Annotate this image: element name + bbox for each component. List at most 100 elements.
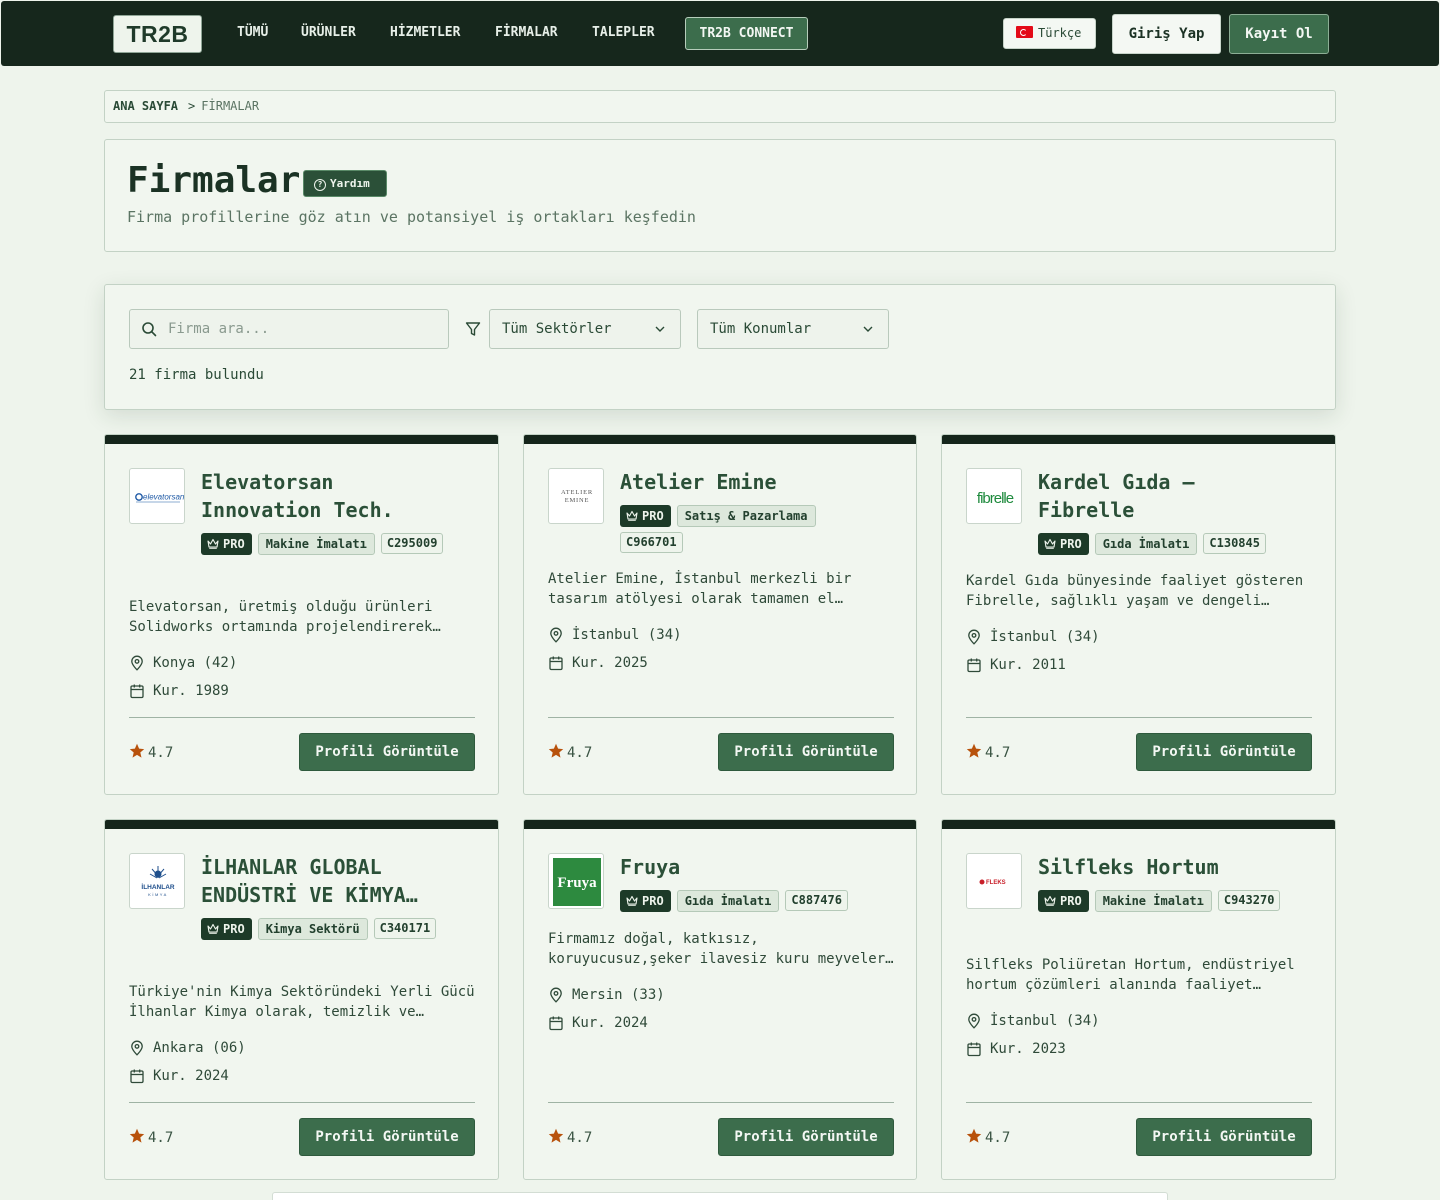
company-logo[interactable]: FLEKS <box>966 853 1022 909</box>
pro-label: PRO <box>642 509 664 523</box>
sector-tag[interactable]: Gıda İmalatı <box>1094 533 1198 555</box>
crown-icon <box>1044 538 1056 549</box>
logo-text: EMINE <box>565 497 590 504</box>
company-location: Mersin (33) <box>548 986 665 1004</box>
company-logo[interactable]: İLHANLAR KİMYA <box>129 853 185 909</box>
top-navbar: TR2B TÜMÜ ÜRÜNLER HİZMETLER FİRMALAR TAL… <box>1 1 1439 66</box>
calendar-icon <box>967 658 981 673</box>
description-line: Firmamız doğal, katkısız, <box>548 931 759 947</box>
silfleks-logo-icon: FLEKS <box>979 879 1006 886</box>
nav-connect-button[interactable]: TR2B CONNECT <box>685 17 808 50</box>
star-icon <box>966 743 982 758</box>
description-line: Kardel Gıda bünyesinde faaliyet gösteren <box>966 573 1304 589</box>
register-button[interactable]: Kayıt Ol <box>1229 14 1329 54</box>
nav-link-companies[interactable]: FİRMALAR <box>495 25 558 41</box>
description-line: koruyucusuz,şeker ilavesiz kuru meyveler… <box>548 951 894 967</box>
card-divider <box>129 717 475 718</box>
calendar-icon <box>130 1069 144 1084</box>
view-profile-button[interactable]: Profili Görüntüle <box>1136 733 1312 771</box>
map-pin-icon <box>131 1040 143 1056</box>
company-code: C966701 <box>620 532 683 553</box>
nav-link-requests[interactable]: TALEPLER <box>592 25 655 41</box>
card-accent-bar <box>105 435 498 444</box>
sector-tag[interactable]: Kimya Sektörü <box>257 918 368 940</box>
company-name[interactable]: İLHANLAR GLOBAL ENDÜSTRİ VE KİMYA… <box>201 853 471 909</box>
filter-panel: Tüm Sektörler Tüm Konumlar 21 firma bulu… <box>104 284 1336 410</box>
question-icon: ? <box>314 179 326 191</box>
pro-label: PRO <box>1060 537 1082 551</box>
location-select[interactable]: Tüm Konumlar <box>697 309 889 349</box>
logo-text: FLEKS <box>986 880 1006 886</box>
company-logo[interactable]: Fruya <box>548 853 604 909</box>
company-logo[interactable]: elevatorsan <box>129 468 185 524</box>
company-name[interactable]: Elevatorsan Innovation Tech. <box>201 468 471 524</box>
card-divider <box>548 1102 894 1103</box>
sector-tag[interactable]: Satış & Pazarlama <box>676 505 816 527</box>
company-rating: 4.7 <box>966 743 1010 761</box>
company-founded: Kur. 2023 <box>966 1040 1066 1058</box>
logo-text: fibrelle <box>977 490 1014 507</box>
company-rating: 4.7 <box>548 1128 592 1146</box>
company-rating: 4.7 <box>548 743 592 761</box>
location-text: Konya (42) <box>153 655 238 671</box>
company-description: Türkiye'nin Kimya Sektöründeki Yerli Güc… <box>129 982 477 1022</box>
language-label: Türkçe <box>1038 26 1082 40</box>
company-card: ATELIER EMINE Atelier Emine PRO Satış & … <box>523 434 917 795</box>
company-code: C887476 <box>785 890 848 911</box>
description-line: Atelier Emine, İstanbul merkezli bir <box>548 571 852 587</box>
pro-badge: PRO <box>620 505 671 527</box>
card-accent-bar <box>105 820 498 829</box>
nav-link-products[interactable]: ÜRÜNLER <box>301 25 356 41</box>
help-button[interactable]: ? Yardım <box>303 170 387 197</box>
pro-badge: PRO <box>620 890 671 912</box>
logo-text: elevatorsan <box>143 493 185 502</box>
view-profile-button[interactable]: Profili Görüntüle <box>1136 1118 1312 1156</box>
badge-group: PRO Gıda İmalatı C130845 <box>1038 533 1318 555</box>
company-name-line: Atelier Emine <box>620 470 777 494</box>
map-pin-icon <box>550 627 562 643</box>
badge-group: PRO Kimya Sektörü C340171 <box>201 918 461 940</box>
card-accent-bar <box>942 435 1335 444</box>
company-founded: Kur. 1989 <box>129 682 229 700</box>
rating-value: 4.7 <box>148 745 174 761</box>
fibrelle-logo-icon: fibrelle <box>977 490 1015 507</box>
sector-select[interactable]: Tüm Sektörler <box>489 309 681 349</box>
sector-tag[interactable]: Makine İmalatı <box>1094 890 1212 912</box>
login-button[interactable]: Giriş Yap <box>1112 14 1221 54</box>
sector-tag[interactable]: Makine İmalatı <box>257 533 375 555</box>
company-name[interactable]: Fruya <box>620 853 890 881</box>
language-selector[interactable]: Türkçe <box>1003 18 1096 49</box>
company-name-line: ENDÜSTRİ VE KİMYA… <box>201 883 418 907</box>
company-name[interactable]: Atelier Emine <box>620 468 890 496</box>
search-input[interactable] <box>168 310 438 348</box>
company-name-line: Fruya <box>620 855 681 879</box>
view-profile-button[interactable]: Profili Görüntüle <box>299 733 475 771</box>
rating-value: 4.7 <box>985 745 1011 761</box>
description-line: tasarım atölyesi olarak tamamen el… <box>548 591 844 607</box>
pro-badge: PRO <box>201 918 252 940</box>
company-founded: Kur. 2025 <box>548 654 648 672</box>
nav-link-all[interactable]: TÜMÜ <box>237 25 268 41</box>
turkey-flag-icon <box>1016 26 1033 38</box>
company-name[interactable]: Kardel Gıda – Fibrelle <box>1038 468 1308 524</box>
view-profile-button[interactable]: Profili Görüntüle <box>718 1118 894 1156</box>
rating-value: 4.7 <box>148 1130 174 1146</box>
company-description: Silfleks Poliüretan Hortum, endüstriyel … <box>966 955 1314 995</box>
company-logo[interactable]: fibrelle <box>966 468 1022 524</box>
breadcrumb-current: FİRMALAR <box>201 99 260 113</box>
elevatorsan-logo-icon: elevatorsan <box>135 493 185 503</box>
company-rating: 4.7 <box>129 743 173 761</box>
company-card: fibrelle Kardel Gıda – Fibrelle PRO Gıda… <box>941 434 1336 795</box>
nav-link-services[interactable]: HİZMETLER <box>390 25 460 41</box>
sector-select-value: Tüm Sektörler <box>502 321 612 337</box>
site-logo[interactable]: TR2B <box>113 15 202 53</box>
company-logo[interactable]: ATELIER EMINE <box>548 468 604 524</box>
star-icon <box>129 1128 145 1143</box>
breadcrumb-home[interactable]: ANA SAYFA <box>113 99 178 113</box>
company-name-line: Innovation Tech. <box>201 498 394 522</box>
sector-tag[interactable]: Gıda İmalatı <box>676 890 780 912</box>
view-profile-button[interactable]: Profili Görüntüle <box>718 733 894 771</box>
view-profile-button[interactable]: Profili Görüntüle <box>299 1118 475 1156</box>
company-name[interactable]: Silfleks Hortum <box>1038 853 1308 881</box>
company-card: Fruya Fruya PRO Gıda İmalatı C887476 Fir… <box>523 819 917 1180</box>
